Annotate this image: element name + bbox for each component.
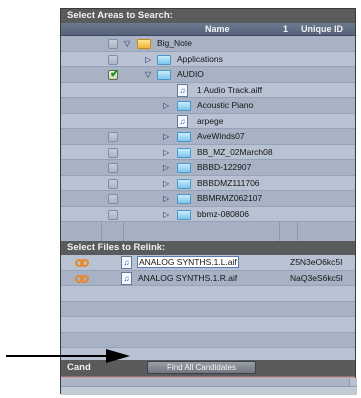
audio-file-icon: ♫ — [177, 83, 188, 97]
disclosure-triangle-icon[interactable]: ▷ — [163, 147, 169, 158]
link-ring — [80, 274, 89, 283]
tree-item-label: arpege — [197, 115, 224, 126]
tree-row[interactable]: ▷ BBBDMZ111706 — [61, 175, 355, 191]
checkbox-icon[interactable] — [108, 132, 118, 142]
file-unique-id: NaQ3eS6kc5I — [290, 272, 343, 283]
tree-row[interactable]: ♫ arpege — [61, 113, 355, 129]
disclosure-triangle-icon[interactable]: ▷ — [145, 54, 151, 65]
file-unique-id: Z5N3eO6kc5I — [290, 257, 343, 267]
tree-item-label: Acoustic Piano — [197, 100, 254, 110]
tree-item-label: AveWinds07 — [197, 131, 245, 141]
checkmark-icon: ✔ — [110, 68, 120, 80]
tree-row[interactable]: ✔ ▽ AUDIO — [61, 67, 355, 83]
tree-item-label: BBBD-122907 — [197, 162, 252, 172]
tree-row[interactable]: ▷ BBBD-122907 — [61, 160, 355, 176]
name-column-header[interactable]: Name — [205, 24, 230, 34]
audio-file-icon: ♫ — [177, 114, 188, 128]
tree-item-label: Big_Note — [157, 38, 192, 48]
checkbox-icon[interactable] — [108, 194, 118, 204]
tree-row[interactable]: ▷ Acoustic Piano — [61, 98, 355, 114]
file-name[interactable]: ANALOG SYNTHS.1.R.aif — [138, 273, 237, 283]
relink-window: Select Areas to Search: Name 1 Unique ID… — [60, 8, 357, 395]
link-ring — [80, 259, 89, 267]
disclosure-triangle-icon[interactable]: ▷ — [163, 100, 169, 111]
tree-item-label: bbmz-080806 — [197, 208, 249, 219]
areas-tree: ▽ Big_Note ▷ Applications ✔ ▽ AUDIO ♫ 1 Audio Tr… — [61, 36, 355, 241]
find-all-candidates-button[interactable]: Find All Candidates — [147, 361, 256, 374]
folder-icon — [177, 101, 191, 111]
checkbox-icon[interactable] — [108, 163, 118, 173]
candidates-empty-area — [61, 378, 357, 395]
folder-icon — [177, 194, 191, 204]
checkbox-icon[interactable] — [108, 209, 118, 220]
file-row[interactable]: ♫ ANALOG SYNTHS.1.R.aif NaQ3eS6kc5I — [61, 270, 355, 286]
areas-column-header: Name 1 Unique ID — [61, 23, 355, 36]
empty-row — [61, 317, 355, 333]
tree-row[interactable]: ▷ bbmz-080806 — [61, 206, 355, 222]
tree-row[interactable]: ▷ Applications — [61, 51, 355, 67]
checkbox-icon[interactable] — [108, 54, 118, 65]
audio-file-icon: ♫ — [121, 256, 132, 269]
count-column-header[interactable]: 1 — [283, 24, 288, 34]
tree-row[interactable]: ▷ BB_MZ_02March08 — [61, 144, 355, 160]
tree-item-label: BB_MZ_02March08 — [197, 146, 273, 157]
disclosure-triangle-icon[interactable]: ▷ — [163, 193, 169, 204]
file-row[interactable]: ♫ ANALOG SYNTHS.1.L.aif Z5N3eO6kc5I — [61, 255, 355, 271]
tree-row[interactable]: ▷ AveWinds07 — [61, 129, 355, 145]
checkbox-icon[interactable] — [108, 147, 118, 158]
folder-icon — [177, 209, 191, 220]
folder-icon — [177, 147, 191, 158]
disclosure-triangle-icon[interactable]: ▷ — [163, 209, 169, 220]
folder-icon — [177, 178, 191, 189]
tree-item-label: Applications — [177, 53, 223, 64]
disclosure-triangle-icon[interactable]: ▽ — [145, 69, 151, 80]
unique-id-column-header[interactable]: Unique ID — [301, 24, 343, 34]
link-icon[interactable] — [75, 274, 90, 283]
folder-icon — [157, 70, 171, 80]
horizontal-scrollbar[interactable] — [61, 386, 357, 395]
tree-item-label: BBBDMZ111706 — [197, 177, 260, 188]
link-icon[interactable] — [75, 259, 90, 267]
folder-icon — [157, 54, 171, 65]
disclosure-triangle-icon[interactable]: ▽ — [124, 38, 130, 49]
folder-icon — [177, 132, 191, 142]
disclosure-triangle-icon[interactable]: ▷ — [163, 131, 169, 142]
disclosure-triangle-icon[interactable]: ▷ — [163, 178, 169, 189]
areas-section-title: Select Areas to Search: — [61, 9, 355, 23]
empty-row — [61, 301, 355, 317]
drive-icon — [137, 39, 151, 49]
tree-row[interactable]: ▷ BBMRMZ062107 — [61, 191, 355, 207]
tree-row[interactable]: ▽ Big_Note — [61, 36, 355, 52]
audio-file-icon: ♫ — [121, 271, 132, 285]
checkbox-icon[interactable]: ✔ — [108, 68, 120, 80]
checkbox-icon[interactable] — [108, 178, 118, 189]
disclosure-triangle-icon[interactable]: ▷ — [163, 162, 169, 173]
empty-row — [61, 286, 355, 302]
arrow-pointer-icon — [6, 349, 130, 363]
tree-item-label: AUDIO — [177, 69, 204, 79]
files-section-title: Select Files to Relink: — [61, 241, 355, 255]
tree-item-label: 1 Audio Track.aiff — [197, 84, 263, 95]
checkbox-icon[interactable] — [108, 39, 118, 49]
tree-row[interactable]: ♫ 1 Audio Track.aiff — [61, 82, 355, 98]
tree-item-label: BBMRMZ062107 — [197, 193, 263, 203]
folder-icon — [177, 163, 191, 173]
file-name[interactable]: ANALOG SYNTHS.1.L.aif — [137, 256, 239, 268]
